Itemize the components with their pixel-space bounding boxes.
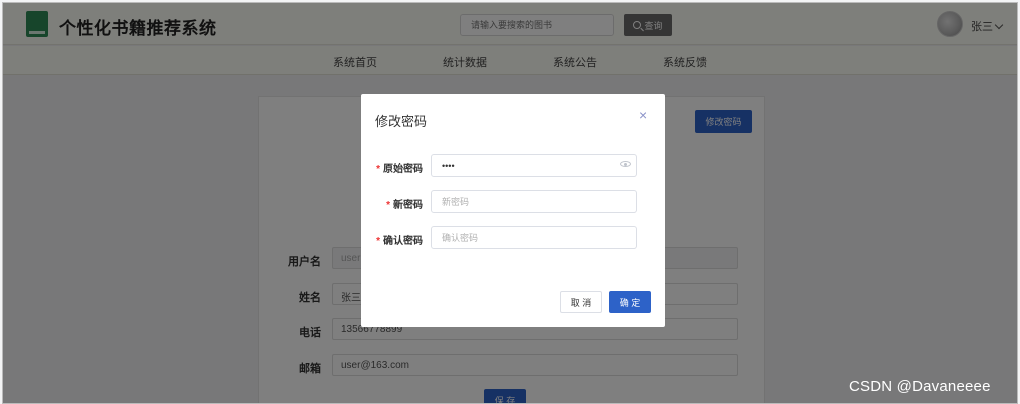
old-password-input[interactable]	[431, 154, 637, 177]
change-password-dialog: 修改密码 × *原始密码 *新密码 *确认密码 取 消 确 定	[361, 94, 665, 327]
eye-icon[interactable]	[620, 161, 631, 167]
page: 个性化书籍推荐系统 查询 张三 系统首页 统计数据 系统公告 系统反馈 修改密码…	[2, 2, 1018, 404]
required-mark: *	[376, 236, 380, 247]
confirm-password-label: * 确认密码	[376, 236, 423, 247]
close-icon[interactable]: ×	[639, 108, 647, 122]
watermark: CSDN @Davaneeee	[849, 378, 991, 395]
confirm-password-input[interactable]	[431, 226, 637, 249]
dialog-title: 修改密码	[375, 114, 428, 129]
confirm-button[interactable]: 确 定	[609, 291, 651, 313]
cancel-button[interactable]: 取 消	[560, 291, 602, 313]
new-password-label: * 新密码	[386, 200, 423, 211]
required-mark: *	[376, 164, 380, 175]
old-password-label: * 原始密码	[376, 164, 423, 175]
new-password-input[interactable]	[431, 190, 637, 213]
required-mark: *	[386, 200, 390, 211]
